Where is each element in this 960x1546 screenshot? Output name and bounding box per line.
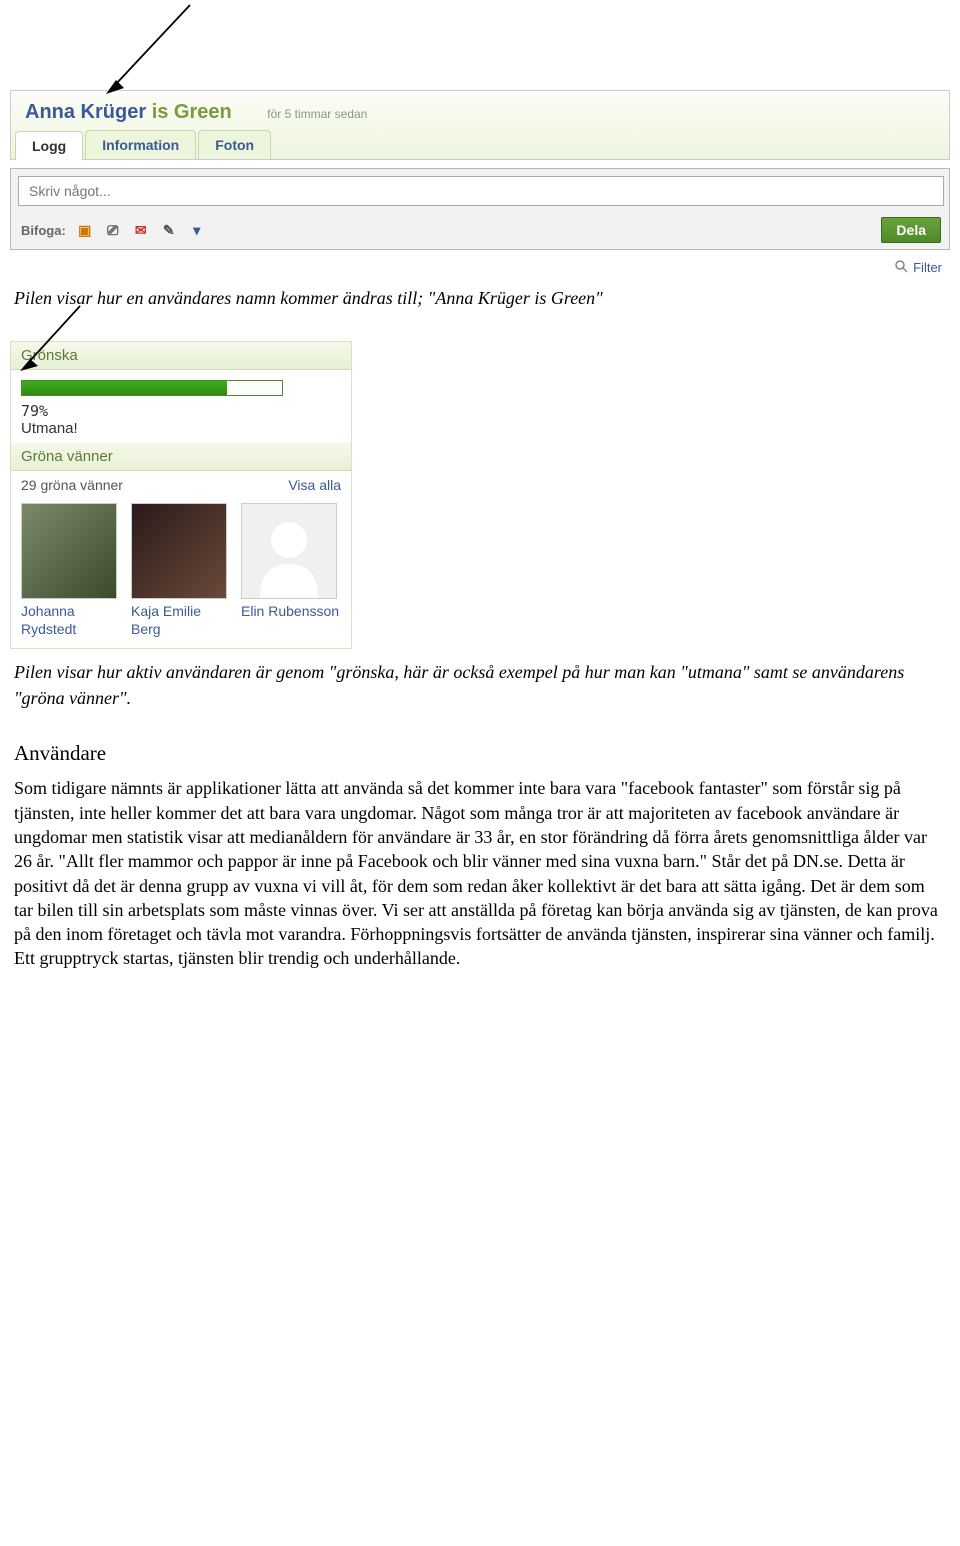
profile-name[interactable]: Anna Krüger xyxy=(25,101,146,123)
friend-thumb xyxy=(21,503,117,599)
progress-percent: 79% xyxy=(21,402,341,420)
friend-thumb xyxy=(131,503,227,599)
caption-1: Pilen visar hur en användares namn komme… xyxy=(14,285,946,311)
attach-link-icon[interactable]: ✎ xyxy=(160,222,178,238)
share-button[interactable]: Dela xyxy=(881,217,941,243)
arrow-icon xyxy=(60,0,240,100)
friend-name: Johanna Rydstedt xyxy=(21,603,121,638)
attach-label: Bifoga: xyxy=(21,223,66,238)
magnifier-icon xyxy=(895,260,909,277)
friend-name: Elin Rubensson xyxy=(241,603,341,621)
tab-photos[interactable]: Foton xyxy=(198,130,271,159)
friend-thumb xyxy=(241,503,337,599)
filter-link[interactable]: Filter xyxy=(913,260,942,275)
gronska-progress-bar xyxy=(21,380,283,396)
challenge-link[interactable]: Utmana! xyxy=(21,420,341,437)
status-composer: Bifoga: ▣ ⎚ ✉ ✎ ▾ Dela xyxy=(10,168,950,250)
composer-input[interactable] xyxy=(18,176,944,206)
gronska-sidebar: Grönska 79% Utmana! Gröna vänner 29 grön… xyxy=(10,341,352,649)
placeholder-avatar-icon xyxy=(242,504,336,598)
attach-more-icon[interactable]: ▾ xyxy=(188,222,206,238)
profile-header: Anna Krüger is Green för 5 timmar sedan … xyxy=(10,90,950,160)
attach-gift-icon[interactable]: ✉ xyxy=(132,222,150,238)
friend-item[interactable]: Johanna Rydstedt xyxy=(21,503,121,638)
friend-item[interactable]: Elin Rubensson xyxy=(241,503,341,638)
green-friends-heading: Gröna vänner xyxy=(11,443,351,471)
section-heading-anvandare: Användare xyxy=(14,741,946,766)
attach-video-icon[interactable]: ⎚ xyxy=(104,222,122,238)
profile-status: is Green xyxy=(152,101,232,123)
tab-log[interactable]: Logg xyxy=(15,131,83,160)
friend-name: Kaja Emilie Berg xyxy=(131,603,231,638)
friends-count: 29 gröna vänner xyxy=(21,477,123,493)
friend-item[interactable]: Kaja Emilie Berg xyxy=(131,503,231,638)
arrow-to-profile-name xyxy=(0,0,960,90)
caption-2: Pilen visar hur aktiv användaren är geno… xyxy=(14,659,946,711)
attach-photo-icon[interactable]: ▣ xyxy=(76,222,94,238)
show-all-link[interactable]: Visa alla xyxy=(288,477,341,493)
body-paragraph: Som tidigare nämnts är applikationer lät… xyxy=(14,776,946,970)
tab-information[interactable]: Information xyxy=(85,130,196,159)
status-timestamp: för 5 timmar sedan xyxy=(267,107,367,121)
arrow-to-gronska-icon xyxy=(0,301,100,381)
